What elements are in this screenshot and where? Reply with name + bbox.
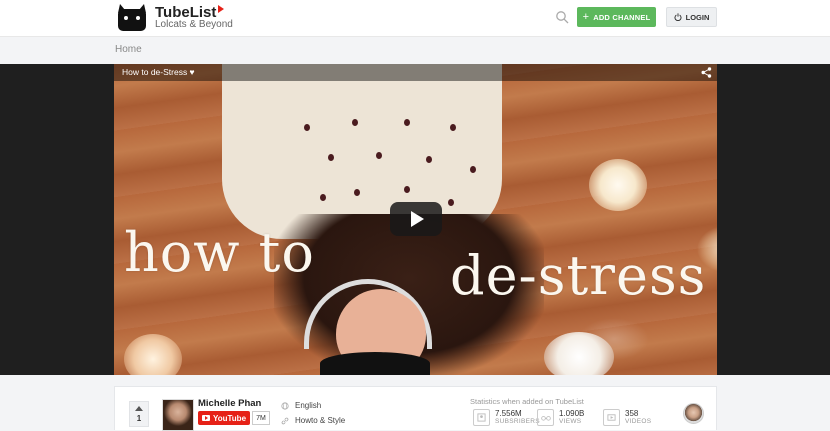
thumbnail-art [376, 152, 382, 159]
add-channel-label: ADD CHANNEL [593, 12, 651, 22]
thumbnail-art [352, 119, 358, 126]
video-title-bar: How to de-Stress ♥ [114, 64, 717, 81]
login-button[interactable]: LOGIN [666, 7, 717, 27]
subscribers-icon [473, 409, 490, 426]
subscribers-value: 7.556M [495, 409, 522, 418]
thumbnail-overlay-text: de-stress [450, 244, 707, 307]
stat-subscribers: 7.556M SUBSRIBERS [473, 409, 540, 426]
video-player[interactable]: how to de-stress How to de-Stress ♥ [114, 64, 717, 375]
submitter-avatar[interactable] [683, 403, 704, 424]
thumbnail-art [124, 334, 182, 375]
top-header: TubeList Lolcats & Beyond + ADD CHANNEL … [0, 0, 830, 37]
thumbnail-art [328, 154, 334, 161]
channel-name[interactable]: Michelle Phan [198, 398, 261, 409]
youtube-sub-count: 7M [252, 411, 270, 425]
play-button[interactable] [390, 202, 442, 236]
thumbnail-overlay-text: how to [124, 221, 315, 284]
video-title[interactable]: How to de-Stress ♥ [122, 67, 195, 77]
login-label: LOGIN [685, 12, 710, 22]
thumbnail-art [426, 156, 432, 163]
language-row: English [281, 401, 321, 410]
play-icon [411, 211, 424, 227]
thumbnail-art [470, 166, 476, 173]
youtube-label: YouTube [212, 413, 247, 423]
stat-views: 1.090B VIEWS [537, 409, 584, 426]
logo-subtitle: Lolcats & Beyond [155, 19, 233, 30]
views-icon [537, 409, 554, 426]
channel-avatar[interactable] [162, 399, 194, 431]
cat-logo-icon[interactable] [115, 3, 149, 31]
breadcrumb-home[interactable]: Home [115, 44, 142, 55]
search-icon[interactable] [555, 10, 569, 24]
stats-heading: Statistics when added on TubeList [470, 397, 584, 406]
thumbnail-art [404, 119, 410, 126]
thumbnail-art [450, 124, 456, 131]
category-label[interactable]: Howto & Style [295, 416, 345, 425]
videos-label: VIDEOS [625, 418, 652, 425]
thumbnail-art [448, 199, 454, 206]
upvote-arrow-icon [135, 405, 143, 411]
upvote-button[interactable]: 1 [129, 401, 149, 427]
thumbnail-art [544, 332, 614, 375]
thumbnail-art [222, 64, 502, 239]
share-icon[interactable] [701, 67, 712, 78]
vote-count: 1 [136, 413, 142, 423]
youtube-icon [201, 415, 210, 421]
views-label: VIEWS [559, 418, 582, 425]
channel-info-card: 1 Michelle Phan YouTube 7M English Howto… [114, 386, 717, 431]
thumbnail-art [404, 186, 410, 193]
youtube-subscribe-button[interactable]: YouTube [198, 411, 250, 425]
videos-value: 358 [625, 409, 639, 418]
play-triangle-icon [218, 5, 225, 13]
thumbnail-art [320, 194, 326, 201]
category-row: Howto & Style [281, 416, 345, 425]
thumbnail-art [304, 124, 310, 131]
thumbnail-art [320, 352, 430, 375]
power-icon [674, 13, 682, 21]
globe-icon [281, 401, 289, 410]
language-label: English [295, 401, 322, 410]
views-value: 1.090B [559, 409, 585, 418]
subscribers-label: SUBSRIBERS [495, 418, 540, 425]
link-icon [281, 417, 289, 424]
thumbnail-art [354, 189, 360, 196]
plus-icon: + [582, 11, 590, 23]
stat-videos: 358 VIDEOS [603, 409, 651, 426]
add-channel-button[interactable]: + ADD CHANNEL [577, 7, 656, 27]
videos-icon [603, 409, 620, 426]
thumbnail-art [589, 159, 647, 211]
